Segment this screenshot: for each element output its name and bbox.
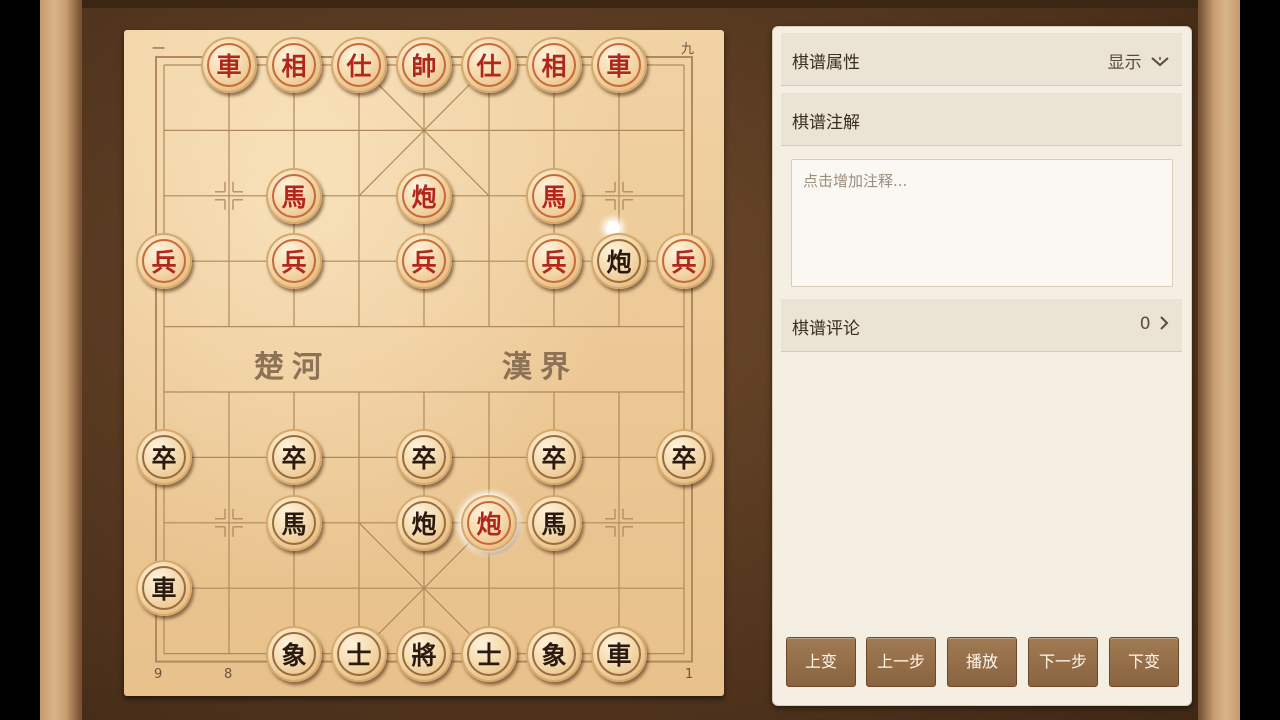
piece-label: 卒: [662, 435, 706, 480]
piece-label: 卒: [532, 435, 576, 480]
piece-b-advisor-2[interactable]: 士: [461, 625, 517, 682]
prev-move-button[interactable]: 上一步: [866, 637, 936, 687]
piece-r-horse-2[interactable]: 馬: [526, 167, 582, 224]
piece-r-soldier-1[interactable]: 兵: [136, 233, 192, 290]
piece-label: 兵: [402, 239, 446, 284]
piece-r-soldier-2[interactable]: 兵: [266, 233, 322, 290]
piece-label: 兵: [142, 239, 186, 284]
piece-b-pawn-1[interactable]: 卒: [136, 429, 192, 486]
piece-label: 兵: [272, 239, 316, 284]
piece-b-chariot-2[interactable]: 車: [591, 625, 647, 682]
piece-label: 士: [467, 631, 511, 676]
piece-label: 馬: [272, 173, 316, 218]
piece-label: 炮: [402, 500, 446, 545]
piece-label: 兵: [532, 239, 576, 284]
chess-board[interactable]: 一 九 9 8 1 楚河 漢界 車相仕帥仕相車馬炮馬兵兵兵兵炮兵卒卒卒卒卒馬炮炮…: [124, 30, 724, 696]
piece-r-elephant-2[interactable]: 相: [526, 37, 582, 93]
piece-label: 馬: [532, 173, 576, 218]
properties-row[interactable]: 棋谱属性 显示: [781, 33, 1182, 86]
top-bar: [82, 0, 1198, 8]
piece-label: 卒: [402, 435, 446, 480]
piece-label: 馬: [272, 500, 316, 545]
piece-label: 車: [142, 566, 186, 611]
piece-b-chariot-1[interactable]: 車: [136, 560, 192, 617]
piece-b-cannon-2[interactable]: 炮: [396, 494, 452, 551]
bottom-coord-9: 9: [154, 667, 163, 682]
piece-label: 車: [207, 43, 251, 87]
piece-b-horse-1[interactable]: 馬: [266, 494, 322, 551]
piece-label: 相: [272, 43, 316, 87]
piece-label: 帥: [402, 43, 446, 87]
chevron-right-icon: [1160, 316, 1169, 330]
piece-b-horse-2[interactable]: 馬: [526, 494, 582, 551]
play-button[interactable]: 播放: [947, 637, 1017, 687]
bottom-coord-1: 1: [685, 667, 694, 682]
piece-label: 兵: [662, 239, 706, 284]
comments-row[interactable]: 棋谱评论 0: [781, 299, 1182, 352]
show-toggle[interactable]: 显示: [1108, 48, 1170, 73]
piece-label: 仕: [337, 43, 381, 87]
river-label-han: 漢界: [502, 350, 578, 385]
piece-label: 相: [532, 43, 576, 87]
top-coord-right: 九: [681, 42, 695, 57]
annotation-input[interactable]: 点击增加注释...: [791, 159, 1173, 287]
piece-label: 車: [597, 43, 641, 87]
piece-label: 炮: [467, 500, 511, 545]
show-label: 显示: [1107, 53, 1142, 73]
piece-r-chariot-1[interactable]: 車: [201, 37, 257, 93]
river-label-chu: 楚河: [254, 350, 330, 385]
comments-count-group: 0: [1140, 314, 1170, 334]
next-variation-button[interactable]: 下变: [1109, 637, 1179, 687]
piece-r-soldier-3[interactable]: 兵: [396, 233, 452, 290]
piece-r-advisor-2[interactable]: 仕: [461, 37, 517, 93]
top-coord-left: 一: [152, 42, 166, 57]
bottom-coord-8: 8: [224, 667, 233, 682]
piece-label: 象: [272, 631, 316, 676]
piece-r-chariot-2[interactable]: 車: [591, 37, 647, 93]
piece-label: 象: [532, 631, 576, 676]
piece-label: 士: [337, 631, 381, 676]
piece-b-pawn-3[interactable]: 卒: [396, 429, 452, 486]
piece-r-elephant-1[interactable]: 相: [266, 37, 322, 93]
piece-label: 卒: [142, 435, 186, 480]
piece-b-elephant-1[interactable]: 象: [266, 625, 322, 682]
piece-r-cannon-1[interactable]: 炮: [396, 167, 452, 224]
annotation-row: 棋谱注解: [781, 93, 1182, 146]
piece-r-general[interactable]: 帥: [396, 37, 452, 93]
board-grid: [155, 56, 693, 663]
piece-label: 馬: [532, 500, 576, 545]
side-panel: 棋谱属性 显示 棋谱注解 点击增加注释... 棋谱评论 0 上变 上一步 播放 …: [772, 26, 1192, 706]
piece-r-soldier-5[interactable]: 兵: [656, 233, 712, 290]
piece-b-pawn-4[interactable]: 卒: [526, 429, 582, 486]
piece-label: 車: [597, 631, 641, 676]
piece-b-elephant-2[interactable]: 象: [526, 625, 582, 682]
piece-b-cannon-1[interactable]: 炮: [591, 233, 647, 290]
piece-b-advisor-1[interactable]: 士: [331, 625, 387, 682]
piece-r-cannon-2[interactable]: 炮: [461, 494, 517, 551]
piece-b-pawn-2[interactable]: 卒: [266, 429, 322, 486]
annotation-label: 棋谱注解: [792, 113, 860, 133]
piece-label: 炮: [402, 173, 446, 218]
prev-variation-button[interactable]: 上变: [786, 637, 856, 687]
piece-b-general[interactable]: 將: [396, 625, 452, 682]
comments-label: 棋谱评论: [792, 319, 860, 339]
annotation-placeholder: 点击增加注释...: [803, 172, 908, 190]
piece-b-pawn-5[interactable]: 卒: [656, 429, 712, 486]
piece-r-soldier-4[interactable]: 兵: [526, 233, 582, 290]
comments-count: 0: [1139, 314, 1151, 334]
piece-r-horse-1[interactable]: 馬: [266, 167, 322, 224]
piece-label: 將: [402, 631, 446, 676]
piece-label: 卒: [272, 435, 316, 480]
chevron-down-icon: [1151, 57, 1169, 67]
next-move-button[interactable]: 下一步: [1028, 637, 1098, 687]
piece-label: 炮: [597, 239, 641, 284]
piece-label: 仕: [467, 43, 511, 87]
properties-label: 棋谱属性: [792, 53, 860, 73]
piece-r-advisor-1[interactable]: 仕: [331, 37, 387, 93]
